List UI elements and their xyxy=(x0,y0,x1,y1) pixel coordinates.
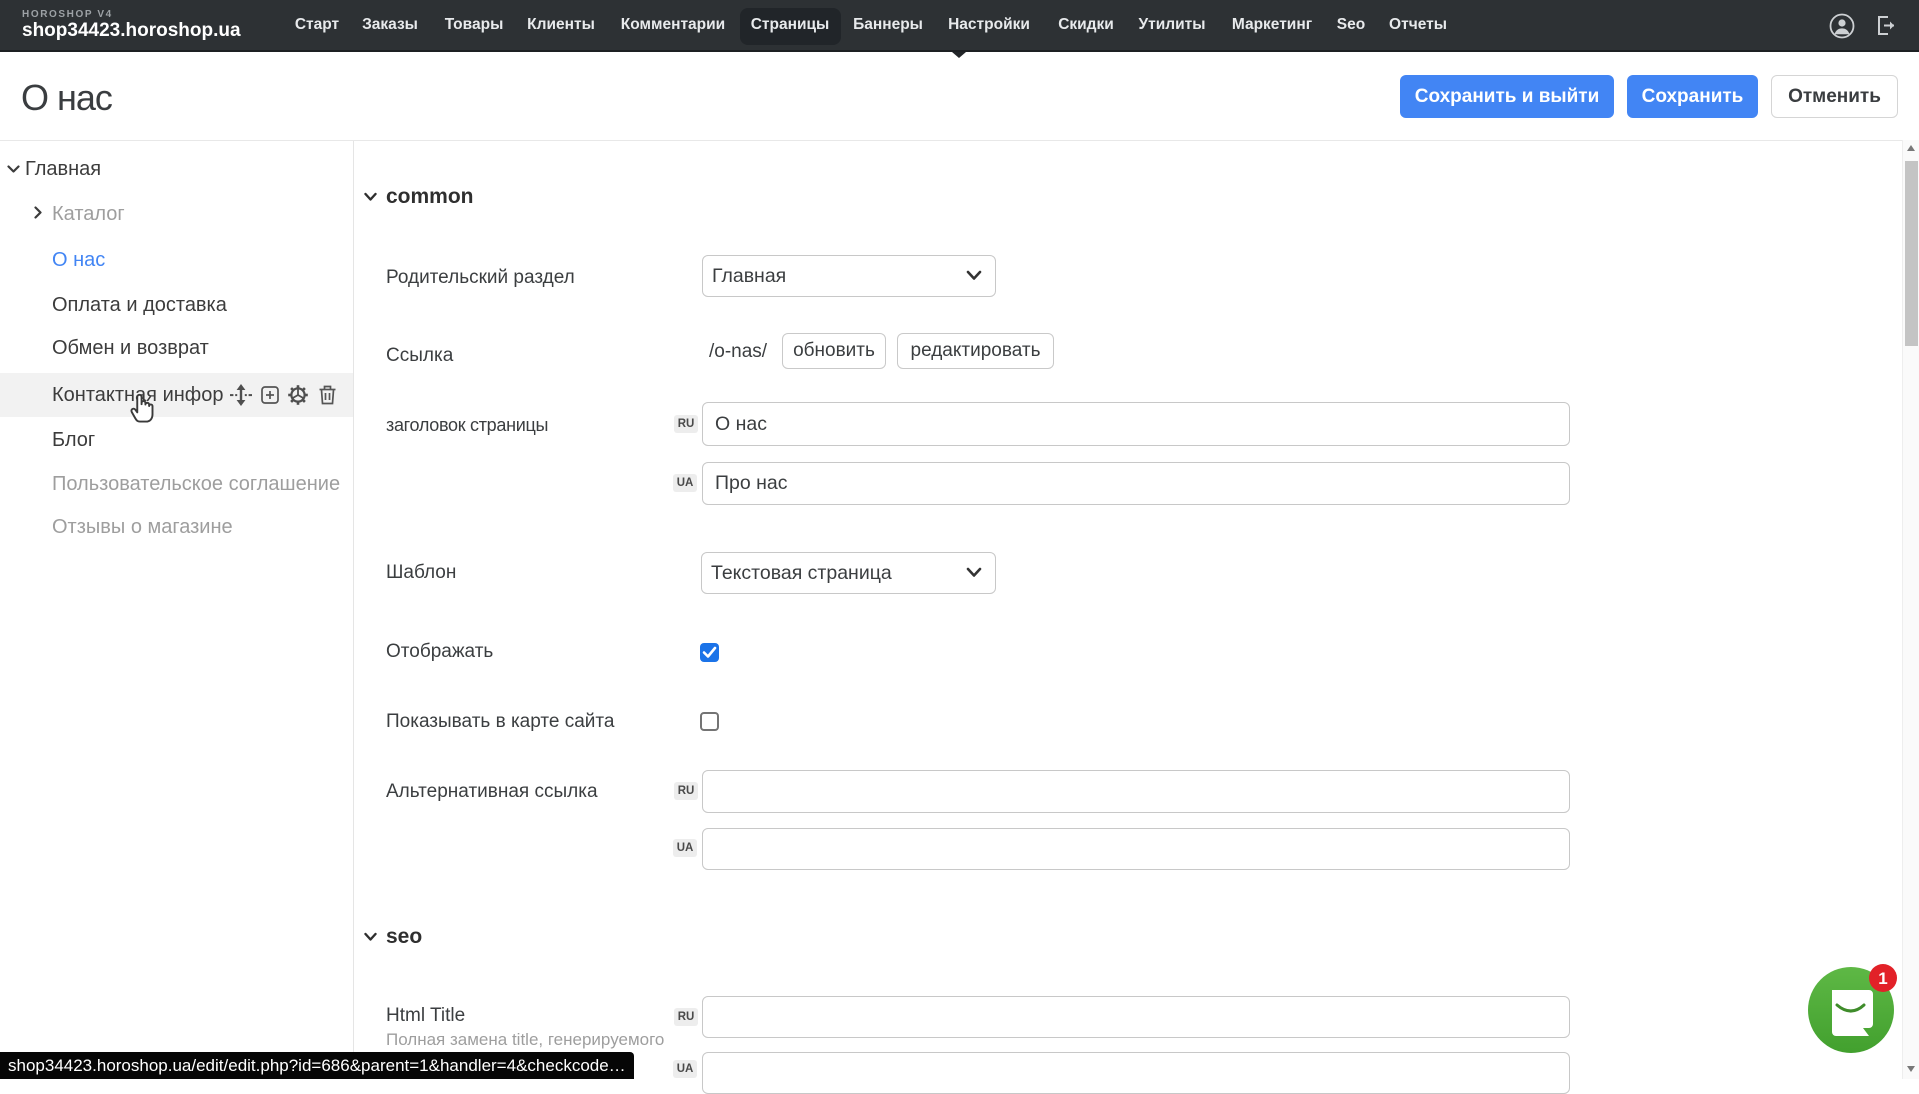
svg-text:1: 1 xyxy=(1878,969,1887,988)
